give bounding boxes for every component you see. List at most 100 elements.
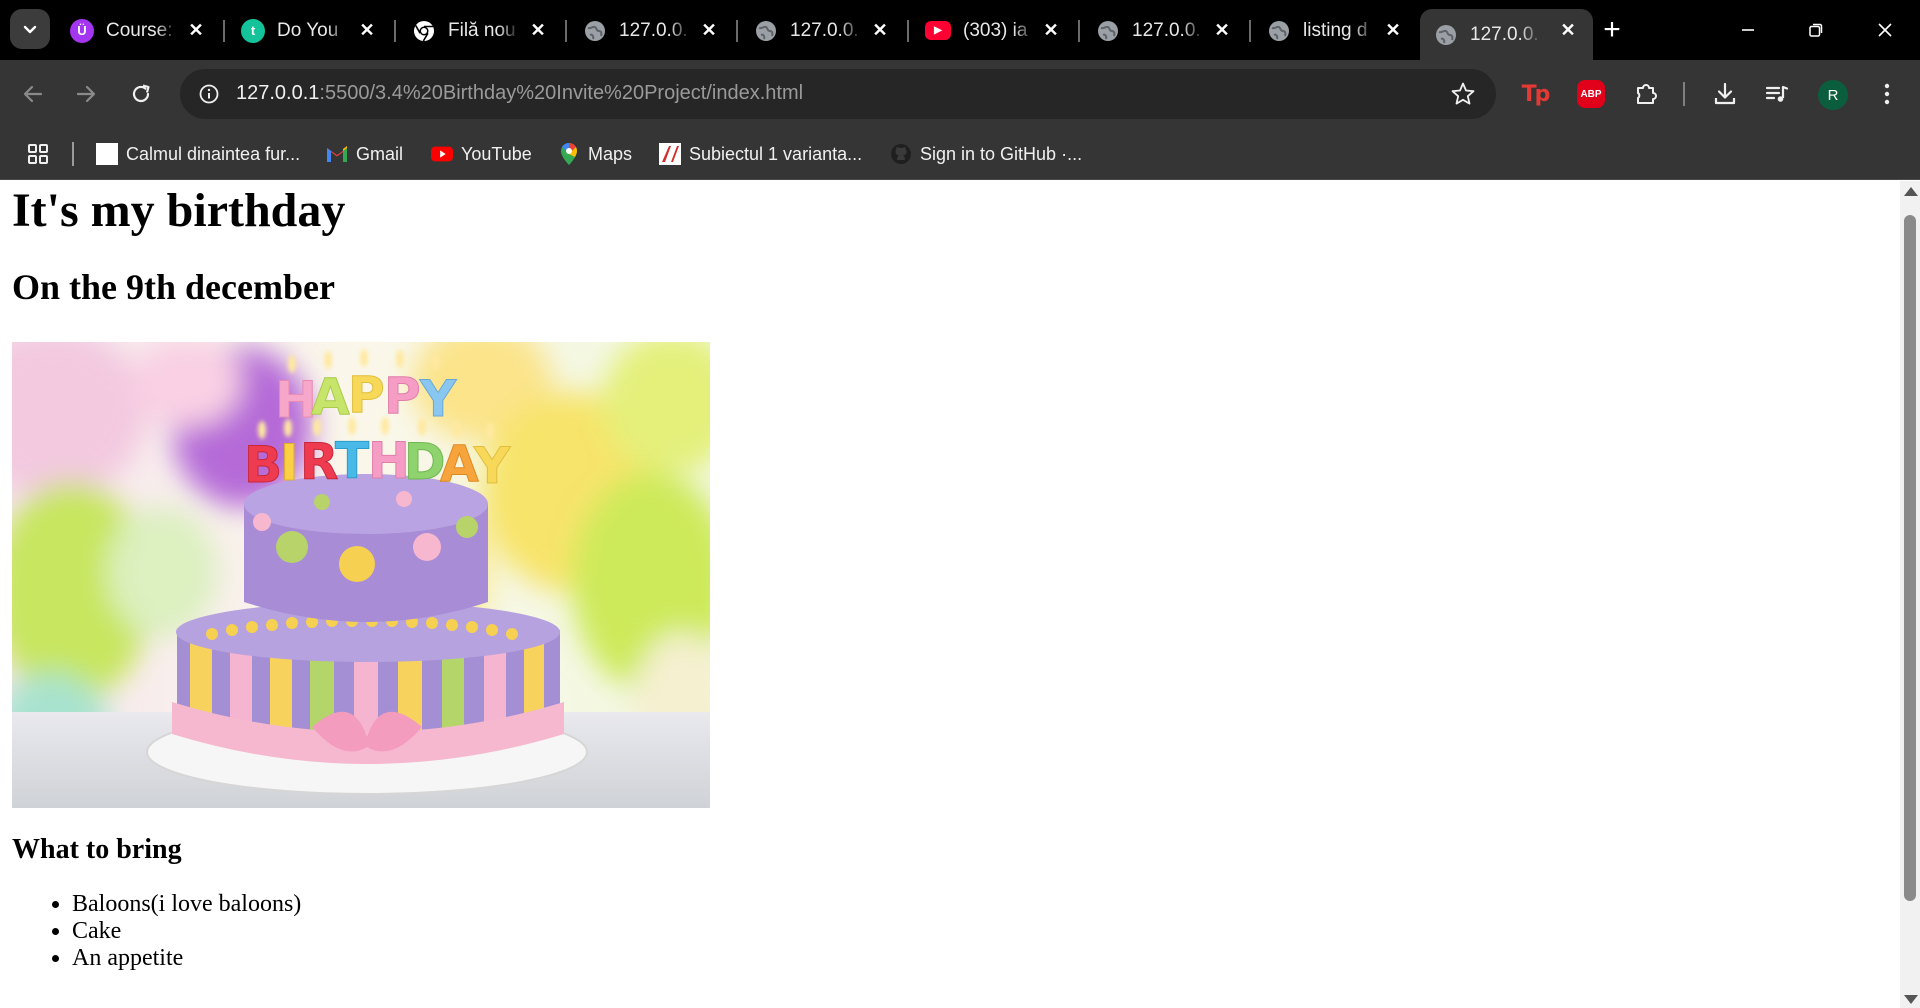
site-info-button[interactable] bbox=[194, 79, 224, 109]
apps-grid-icon bbox=[28, 144, 48, 164]
close-icon[interactable]: ✕ bbox=[527, 19, 549, 41]
translate-extension-icon[interactable]: Tp bbox=[1518, 77, 1552, 111]
svg-text:I: I bbox=[280, 434, 299, 492]
restore-button[interactable] bbox=[1791, 10, 1841, 50]
bookmark-gmail[interactable]: Gmail bbox=[326, 140, 403, 168]
media-control-button[interactable] bbox=[1760, 77, 1794, 111]
toolbar-divider bbox=[1683, 82, 1685, 106]
scrollbar-thumb[interactable] bbox=[1904, 215, 1916, 901]
downloads-button[interactable] bbox=[1708, 77, 1742, 111]
new-tab-button[interactable]: + bbox=[1594, 14, 1630, 48]
vertical-scrollbar[interactable] bbox=[1900, 181, 1920, 1008]
tab-separator bbox=[565, 20, 567, 42]
profile-avatar[interactable]: R bbox=[1818, 80, 1848, 110]
bookmark-label: Gmail bbox=[356, 143, 404, 164]
tab-separator bbox=[1078, 20, 1080, 42]
tab-title: listing d bbox=[1303, 19, 1368, 41]
close-icon[interactable]: ✕ bbox=[356, 19, 378, 41]
scroll-up-arrow-icon[interactable] bbox=[1904, 187, 1918, 196]
close-icon[interactable]: ✕ bbox=[1382, 19, 1404, 41]
tab-2[interactable]: t Do You ✕ bbox=[227, 9, 392, 52]
url-path: :5500/3.4%20Birthday%20Invite%20Project/… bbox=[319, 82, 804, 104]
bookmark-github[interactable]: Sign in to GitHub ·... bbox=[890, 140, 1082, 168]
tab-strip: Ü Course: ✕ t Do You ✕ Filă nou ✕ 127.0.0. ✕ 127.0… bbox=[0, 0, 1920, 60]
svg-text:Y: Y bbox=[419, 370, 457, 428]
media-queue-icon bbox=[1765, 85, 1789, 102]
tab-4[interactable]: 127.0.0. ✕ bbox=[569, 9, 734, 52]
tab-separator bbox=[736, 20, 738, 42]
close-icon[interactable]: ✕ bbox=[698, 19, 720, 41]
tab-title: Do You bbox=[277, 19, 339, 41]
tab-separator bbox=[907, 20, 909, 42]
youtube-icon bbox=[431, 143, 453, 165]
bookmark-calmul[interactable]: Calmul dinaintea fur... bbox=[96, 140, 300, 168]
address-bar[interactable]: 127.0.0.1:5500/3.4%20Birthday%20Invite%2… bbox=[180, 69, 1496, 119]
download-icon bbox=[1714, 82, 1736, 105]
more-vertical-icon bbox=[1884, 83, 1890, 105]
bring-list: Baloons(i love baloons) Cake An appetite bbox=[72, 891, 301, 972]
tab-9[interactable]: 127.0.0. ✕ bbox=[1420, 9, 1593, 60]
adblock-extension-button[interactable]: ABP bbox=[1574, 77, 1608, 111]
close-window-button[interactable] bbox=[1860, 10, 1910, 50]
tab-8[interactable]: listing d ✕ bbox=[1253, 9, 1418, 52]
chevron-down-icon bbox=[23, 25, 37, 34]
tab-7[interactable]: 127.0.0. ✕ bbox=[1082, 9, 1247, 52]
close-icon[interactable]: ✕ bbox=[1211, 19, 1233, 41]
tab-5[interactable]: 127.0.0. ✕ bbox=[740, 9, 905, 52]
tab-search-button[interactable] bbox=[10, 9, 50, 49]
bookmark-label: Subiectul 1 varianta... bbox=[689, 143, 863, 164]
bookmarks-bar: Calmul dinaintea fur... Gmail YouTube Ma… bbox=[0, 128, 1920, 180]
list-item: Baloons(i love baloons) bbox=[72, 891, 301, 918]
minimize-button[interactable] bbox=[1723, 10, 1773, 50]
maps-icon bbox=[558, 142, 580, 165]
github-icon bbox=[890, 143, 912, 165]
doc-icon bbox=[659, 143, 681, 165]
arrow-left-icon bbox=[23, 85, 43, 103]
apps-button[interactable] bbox=[26, 140, 50, 168]
tab-title: 127.0.0. bbox=[1132, 19, 1201, 41]
tab-3[interactable]: Filă nou ✕ bbox=[398, 9, 563, 52]
extensions-button[interactable] bbox=[1629, 77, 1663, 111]
url-host: 127.0.0.1 bbox=[236, 82, 320, 104]
tab-6[interactable]: ▶ (303) ia ✕ bbox=[911, 9, 1076, 52]
close-icon[interactable]: ✕ bbox=[185, 19, 207, 41]
url-text[interactable]: 127.0.0.1:5500/3.4%20Birthday%20Invite%2… bbox=[236, 82, 803, 105]
bookmark-label: YouTube bbox=[461, 143, 532, 164]
page-heading: It's my birthday bbox=[12, 184, 346, 237]
svg-text:P: P bbox=[348, 366, 385, 424]
page-subheading: On the 9th december bbox=[12, 267, 335, 307]
reload-button[interactable] bbox=[121, 74, 161, 114]
bookmark-maps[interactable]: Maps bbox=[558, 140, 632, 168]
browser-menu-button[interactable] bbox=[1870, 77, 1904, 111]
svg-text:B: B bbox=[244, 436, 282, 494]
svg-text:A: A bbox=[311, 368, 350, 426]
bookmark-star-icon[interactable] bbox=[1450, 81, 1476, 107]
scroll-down-arrow-icon[interactable] bbox=[1904, 995, 1918, 1004]
forward-button[interactable] bbox=[66, 74, 106, 114]
bookmark-subiectul[interactable]: Subiectul 1 varianta... bbox=[659, 140, 862, 168]
globe-icon bbox=[583, 19, 607, 43]
bookmarks-divider bbox=[72, 142, 74, 166]
bookmark-label: Calmul dinaintea fur... bbox=[126, 143, 301, 164]
svg-text:Y: Y bbox=[473, 437, 511, 495]
tab-title: 127.0.0. bbox=[790, 19, 859, 41]
bookmark-youtube[interactable]: YouTube bbox=[431, 140, 532, 168]
gmail-icon bbox=[326, 143, 348, 165]
minimize-icon bbox=[1742, 29, 1754, 31]
bookmark-label: Sign in to GitHub ·... bbox=[920, 143, 1083, 164]
browser-toolbar: 127.0.0.1:5500/3.4%20Birthday%20Invite%2… bbox=[0, 60, 1920, 128]
tab-separator bbox=[394, 20, 396, 42]
bookmark-label: Maps bbox=[588, 143, 633, 164]
tab-title: Course: bbox=[106, 19, 173, 41]
tab-title: (303) ia bbox=[963, 19, 1028, 41]
close-icon[interactable]: ✕ bbox=[869, 19, 891, 41]
tab-separator bbox=[223, 20, 225, 42]
back-button[interactable] bbox=[13, 74, 53, 114]
tab-1[interactable]: Ü Course: ✕ bbox=[56, 9, 221, 52]
close-icon[interactable]: ✕ bbox=[1040, 19, 1062, 41]
youtube-icon: ▶ bbox=[925, 21, 951, 40]
close-icon[interactable]: ✕ bbox=[1557, 19, 1579, 41]
globe-icon bbox=[1267, 19, 1291, 43]
close-icon bbox=[1878, 23, 1892, 37]
svg-text:R: R bbox=[300, 433, 339, 491]
